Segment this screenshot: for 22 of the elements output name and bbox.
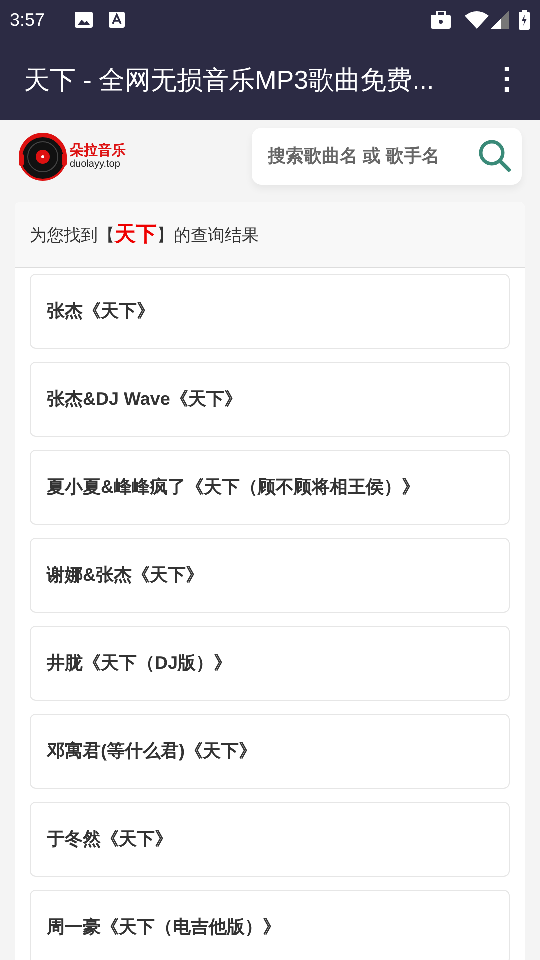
image-icon bbox=[75, 12, 94, 28]
results-heading: 为您找到【天下】的查询结果 bbox=[30, 222, 259, 248]
status-time: 3:57 bbox=[10, 8, 46, 32]
song-item[interactable]: 周一豪《天下（电吉他版）》 bbox=[30, 890, 510, 960]
logo-name: 朵拉音乐 bbox=[70, 142, 126, 158]
app-title: 天下 - 全网无损音乐MP3歌曲免费... bbox=[24, 64, 436, 96]
song-item[interactable]: 井胧《天下（DJ版）》 bbox=[30, 626, 510, 701]
briefcase-icon bbox=[431, 11, 451, 29]
song-item[interactable]: 张杰《天下》 bbox=[30, 274, 510, 349]
menu-button[interactable]: ⋮ bbox=[492, 65, 522, 95]
song-item[interactable]: 张杰&DJ Wave《天下》 bbox=[30, 362, 510, 437]
battery-icon bbox=[519, 10, 530, 30]
song-item[interactable]: 谢娜&张杰《天下》 bbox=[30, 538, 510, 613]
search-icon[interactable] bbox=[478, 139, 512, 173]
wifi-icon bbox=[465, 11, 489, 29]
logo-domain: duolayy.top bbox=[70, 158, 122, 170]
logo-icon bbox=[18, 132, 68, 182]
song-item[interactable]: 于冬然《天下》 bbox=[30, 802, 510, 877]
keyboard-notification-icon bbox=[109, 12, 126, 28]
song-item[interactable]: 邓寓君(等什么君)《天下》 bbox=[30, 714, 510, 789]
signal-icon bbox=[491, 11, 509, 29]
song-item[interactable]: 夏小夏&峰峰疯了《天下（顾不顾将相王侯）》 bbox=[30, 450, 510, 525]
